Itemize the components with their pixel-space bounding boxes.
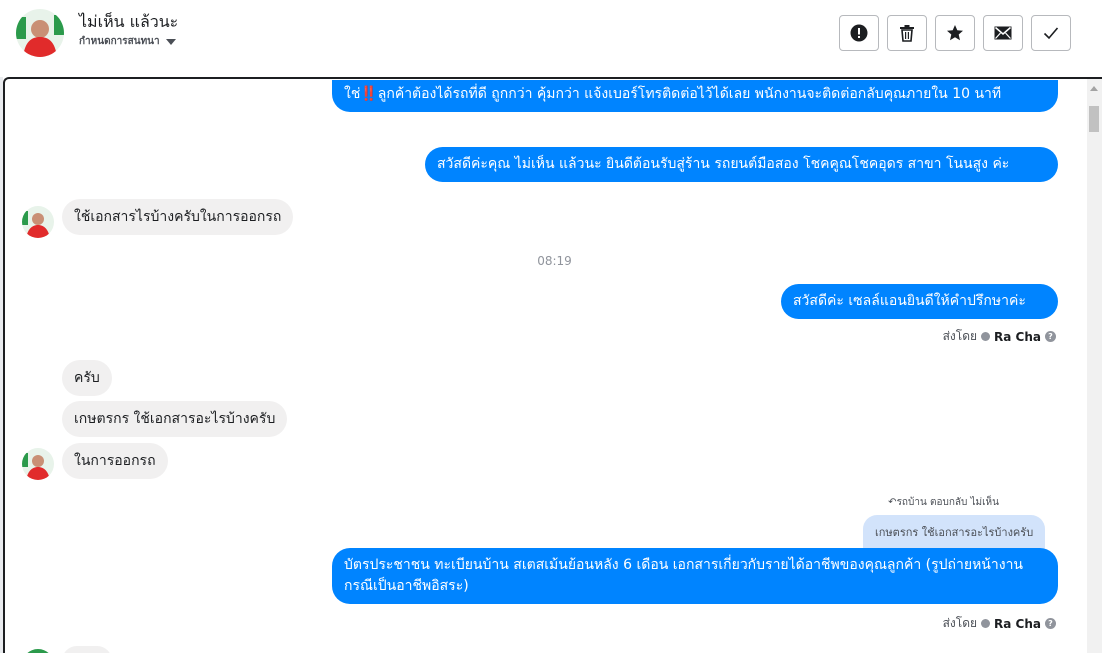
- done-button[interactable]: [1031, 15, 1071, 51]
- report-button[interactable]: [839, 15, 879, 51]
- conversation-header: ไม่เห็น แล้วนะ กำหนดการสนทนา: [0, 0, 1102, 77]
- conversation-status-dropdown[interactable]: กำหนดการสนทนา: [79, 34, 176, 49]
- sender-name: Ra Cha: [994, 329, 1041, 344]
- star-button[interactable]: [935, 15, 975, 51]
- sent-by-label: ส่งโดย: [942, 329, 978, 343]
- reply-note-text: รถบ้าน ตอบกลับ ไม่เห็น: [896, 497, 999, 508]
- avatar[interactable]: [22, 206, 54, 238]
- delete-button[interactable]: [887, 15, 927, 51]
- message-outgoing[interactable]: สวัสดีค่ะ เซลล์แอนยินดีให้คำปรึกษาค่ะ: [781, 284, 1058, 319]
- timestamp: 08:19: [537, 254, 572, 268]
- message-text: สวัสดีค่ะ เซลล์แอนยินดีให้คำปรึกษาค่ะ: [793, 293, 1026, 309]
- message-text: ใช้เอกสารไรบ้างครับในการออกรถ: [74, 209, 282, 225]
- message-incoming[interactable]: เกษตรกร ใช้เอกสารอะไรบ้างครับ: [62, 401, 288, 437]
- avatar[interactable]: [22, 448, 54, 480]
- trash-icon: [900, 25, 914, 42]
- envelope-icon: [994, 26, 1012, 40]
- quoted-text: เกษตรกร ใช้เอกสารอะไรบ้างครับ: [875, 526, 1034, 539]
- reply-arrow-icon: ↶: [888, 497, 897, 508]
- message-outgoing[interactable]: สวัสดีค่ะคุณ ไม่เห็น แล้วนะ ยินดีต้อนรับ…: [425, 147, 1058, 182]
- contact-name: ไม่เห็น แล้วนะ: [79, 12, 179, 31]
- alert-icon: [850, 24, 868, 42]
- check-icon: [1043, 27, 1059, 40]
- conversation-status-label: กำหนดการสนทนา: [79, 36, 160, 47]
- avatar[interactable]: [22, 649, 54, 653]
- message-text: สวัสดีค่ะคุณ ไม่เห็น แล้วนะ ยินดีต้อนรับ…: [437, 156, 1010, 172]
- message-incoming[interactable]: ในการออกรถ: [62, 443, 168, 479]
- scroll-thumb[interactable]: [1089, 106, 1099, 132]
- message-thread[interactable]: ใช่‼️ลูกค้าต้องได้รถที่ดี ถูกกว่า คุ้มกว…: [3, 77, 1102, 653]
- sent-by-label: ส่งโดย: [942, 616, 978, 630]
- message-incoming[interactable]: ครับ: [62, 360, 112, 396]
- message-incoming[interactable]: ใช้เอกสารไรบ้างครับในการออกรถ: [62, 199, 294, 235]
- reply-note: ↶รถบ้าน ตอบกลับ ไม่เห็น: [888, 495, 999, 510]
- star-icon: [947, 25, 963, 41]
- avatar[interactable]: [16, 9, 64, 57]
- message-outgoing[interactable]: ใช่‼️ลูกค้าต้องได้รถที่ดี ถูกกว่า คุ้มกว…: [332, 80, 1058, 112]
- message-text: บัตรประชาชน ทะเบียนบ้าน สเตสเม้นย้อนหลัง…: [344, 557, 1023, 594]
- sent-by-info: ส่งโดย Ra Cha ?: [943, 327, 1056, 346]
- help-icon[interactable]: ?: [1045, 618, 1056, 629]
- scrollbar[interactable]: [1087, 79, 1102, 653]
- sent-by-info: ส่งโดย Ra Cha ?: [943, 614, 1056, 633]
- message-text: ในการออกรถ: [74, 453, 156, 469]
- sender-avatar-icon: [981, 332, 991, 341]
- help-icon[interactable]: ?: [1045, 331, 1056, 342]
- message-outgoing[interactable]: บัตรประชาชน ทะเบียนบ้าน สเตสเม้นย้อนหลัง…: [332, 548, 1058, 604]
- message-incoming[interactable]: [62, 646, 112, 653]
- sender-name: Ra Cha: [994, 616, 1041, 631]
- caret-down-icon: [165, 38, 176, 45]
- message-text: ครับ: [74, 370, 100, 386]
- scroll-up-icon[interactable]: [1090, 86, 1098, 91]
- sender-avatar-icon: [981, 619, 991, 628]
- mark-unread-button[interactable]: [983, 15, 1023, 51]
- message-text: ใช่‼️ลูกค้าต้องได้รถที่ดี ถูกกว่า คุ้มกว…: [344, 86, 1002, 102]
- message-text: เกษตรกร ใช้เอกสารอะไรบ้างครับ: [74, 411, 276, 427]
